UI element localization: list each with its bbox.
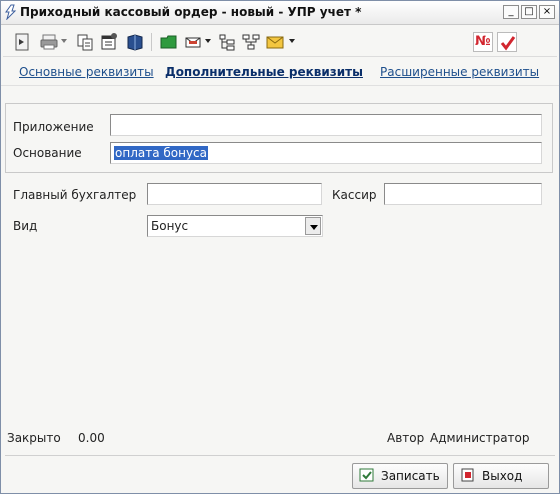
document-window: Приходный кассовый ордер - новый - УПР у… — [0, 0, 560, 494]
envelope-icon[interactable] — [183, 32, 203, 52]
zakryto-label: Закрыто — [7, 431, 61, 445]
save-doc-icon[interactable] — [13, 32, 33, 52]
envelope-dropdown-icon[interactable] — [205, 39, 211, 43]
osnovanie-field[interactable]: оплата бонуса — [110, 142, 542, 164]
check-icon[interactable] — [497, 32, 517, 52]
glavbuh-label: Главный бухгалтер — [13, 188, 137, 202]
osnovanie-label: Основание — [13, 146, 82, 160]
print-icon[interactable] — [39, 32, 59, 52]
kassir-field[interactable] — [384, 183, 542, 205]
osnovanie-value: оплата бонуса — [114, 146, 209, 160]
vid-select[interactable]: Бонус — [147, 215, 323, 237]
folder-icon[interactable] — [159, 32, 179, 52]
properties-icon[interactable] — [99, 32, 119, 52]
mail-icon[interactable] — [265, 32, 285, 52]
window-title: Приходный кассовый ордер - новый - УПР у… — [20, 5, 362, 19]
save-button-label: Записать — [381, 469, 440, 483]
vid-label: Вид — [13, 219, 38, 233]
exit-button-label: Выход — [482, 469, 523, 483]
zakryto-value: 0.00 — [78, 431, 105, 445]
glavbuh-field[interactable] — [147, 183, 322, 205]
kassir-label: Кассир — [332, 188, 377, 202]
exit-button[interactable]: Выход — [453, 463, 549, 489]
title-bar: Приходный кассовый ордер - новый - УПР у… — [1, 1, 559, 25]
structure-icon[interactable] — [241, 32, 261, 52]
number-glyph: № — [475, 34, 491, 49]
save-button[interactable]: Записать — [352, 463, 448, 489]
copy-icon[interactable] — [75, 32, 95, 52]
tab-additional-props[interactable]: Дополнительные реквизиты — [165, 65, 363, 79]
number-icon[interactable]: № — [473, 32, 493, 52]
toolbar: № — [3, 27, 557, 57]
vid-value: Бонус — [151, 219, 189, 233]
attachment-group: Приложение Основание оплата бонуса — [5, 103, 553, 173]
close-button[interactable]: × — [539, 5, 555, 19]
tree-icon[interactable] — [217, 32, 237, 52]
tabs-divider — [1, 85, 559, 86]
prilozhenie-field[interactable] — [110, 114, 542, 136]
save-icon — [359, 467, 375, 486]
book-icon[interactable] — [125, 32, 145, 52]
prilozhenie-label: Приложение — [13, 120, 94, 134]
footer-divider — [5, 455, 555, 456]
tab-extended-props[interactable]: Расширенные реквизиты — [380, 65, 539, 79]
tab-main-props[interactable]: Основные реквизиты — [19, 65, 154, 79]
mail-dropdown-icon[interactable] — [289, 39, 295, 43]
avtor-value: Администратор — [430, 431, 530, 445]
app-icon — [3, 4, 19, 21]
minimize-button[interactable]: _ — [503, 5, 519, 19]
print-dropdown-icon[interactable] — [61, 39, 67, 43]
avtor-label: Автор — [387, 431, 425, 445]
exit-icon — [460, 467, 476, 486]
chevron-down-icon[interactable] — [305, 217, 321, 235]
maximize-button[interactable]: □ — [521, 5, 537, 19]
